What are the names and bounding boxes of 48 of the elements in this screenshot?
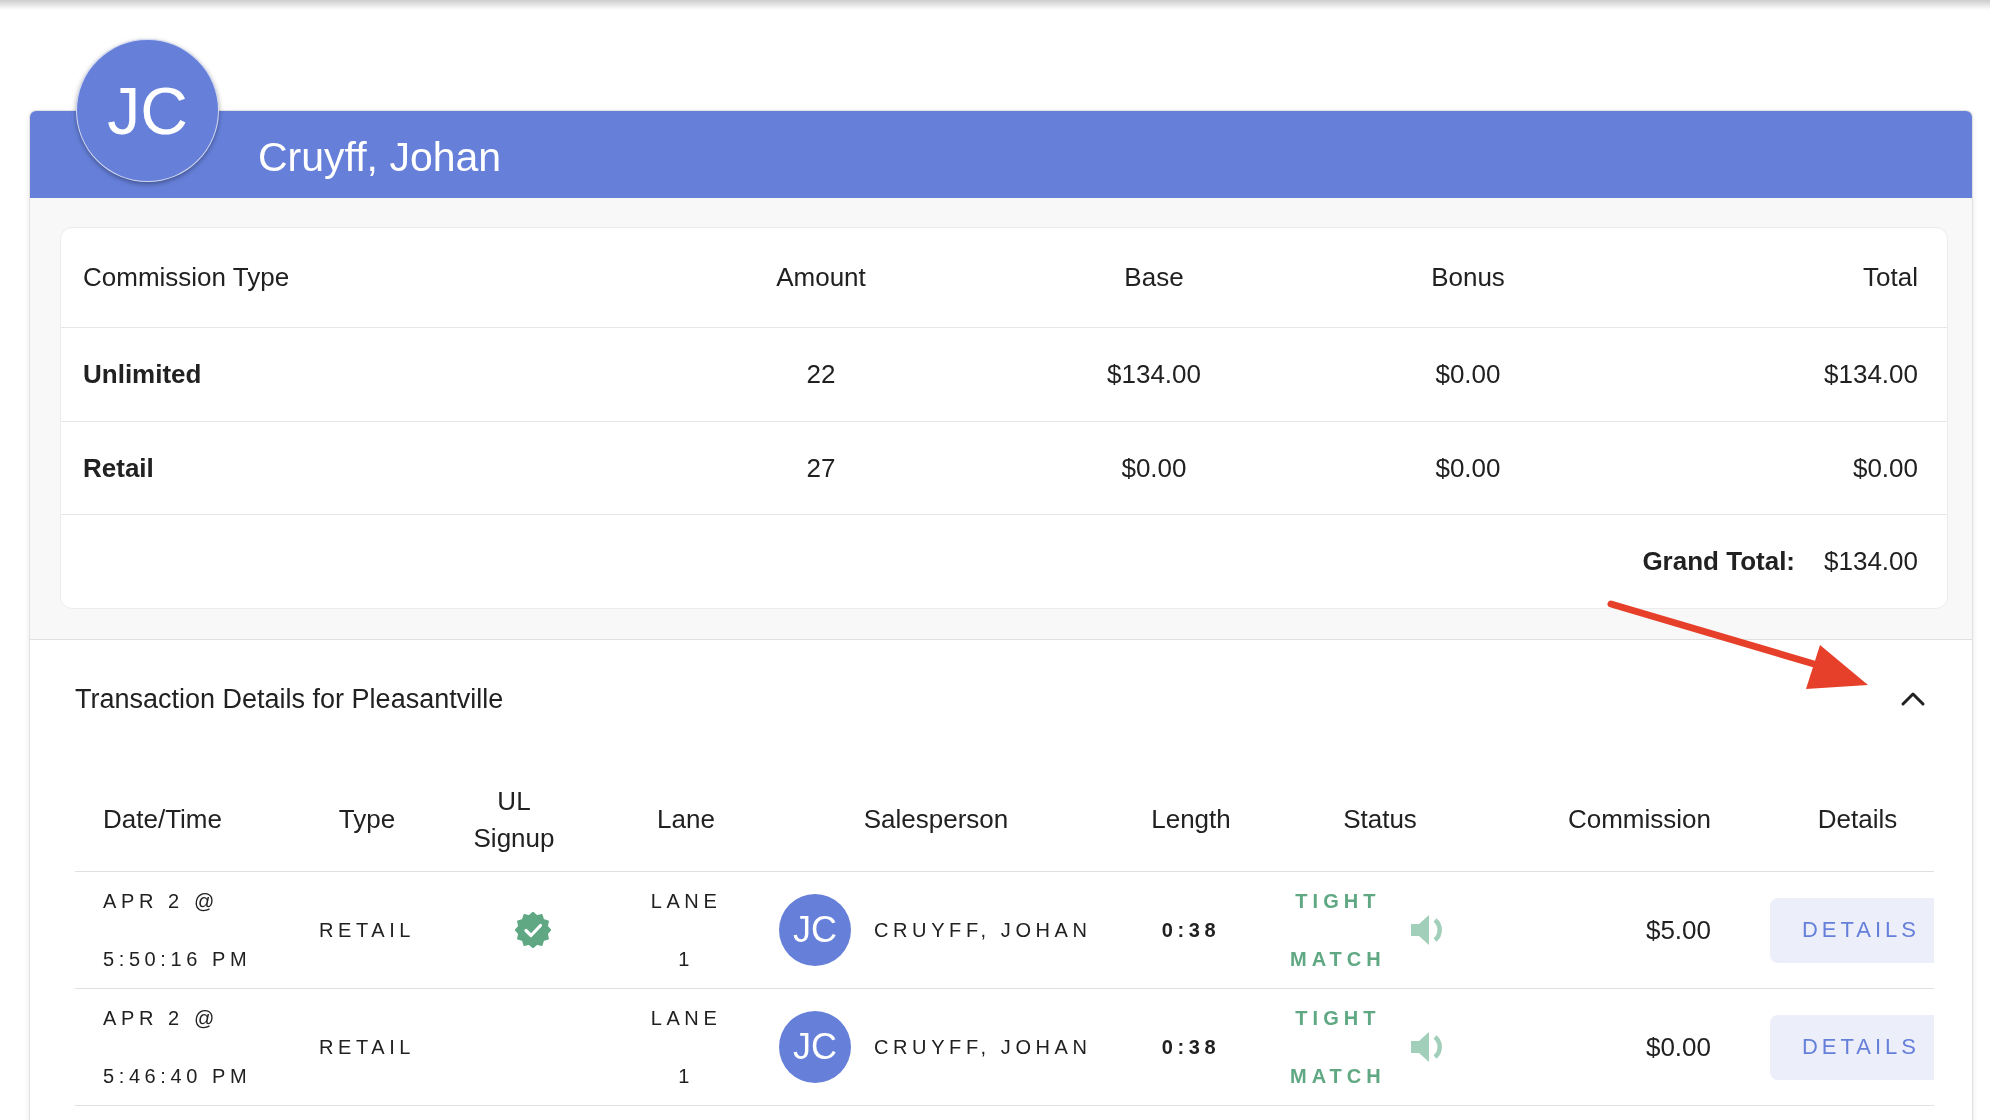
column-header: Bonus [1431, 262, 1505, 292]
status-text: TIGHT MATCH [1290, 1006, 1386, 1089]
grand-total-value: $134.00 [1824, 546, 1918, 577]
details-button[interactable]: DETAILS [1769, 897, 1934, 963]
column-header: Commission Type [83, 262, 290, 292]
table-cell: $0.00 [1435, 359, 1501, 389]
employee-avatar: JC [76, 39, 219, 182]
salesperson-avatar: JC [779, 1011, 851, 1083]
employee-name: Cruyff, Johan [258, 132, 502, 181]
type-text: RETAIL [318, 1035, 416, 1060]
details-button[interactable]: DETAILS [1769, 1014, 1934, 1080]
commission-amount: $5.00 [1645, 914, 1711, 947]
date-time-text: APR 2 @ 5:46:40 PM [103, 1006, 253, 1089]
table-cell: Retail [83, 452, 154, 483]
table-cell: 27 [806, 452, 836, 483]
section-title: Transaction Details for Pleasantville [75, 683, 504, 715]
length-text: 0:38 [1161, 918, 1221, 943]
table-cell: $134.00 [1107, 359, 1201, 389]
type-text: RETAIL [318, 918, 416, 943]
column-header: Lane [657, 803, 715, 836]
column-header: Date/Time [103, 803, 222, 836]
grand-total-label: Grand Total: [1642, 546, 1795, 577]
date-time-text: APR 2 @ 5:50:16 PM [103, 889, 253, 972]
commission-amount: $0.00 [1645, 1031, 1711, 1064]
table-cell: $0.00 [1435, 452, 1501, 483]
lane-text: LANE 1 [650, 889, 722, 972]
column-header: Commission [1567, 803, 1711, 836]
column-header: Base [1124, 262, 1184, 292]
table-cell: Unlimited [83, 359, 202, 389]
table-cell: $0.00 [1121, 452, 1187, 483]
column-header: Salesperson [863, 803, 1009, 836]
length-text: 0:38 [1161, 1035, 1221, 1060]
table-cell: $134.00 [1824, 359, 1918, 389]
column-header: Details [1817, 803, 1898, 836]
column-header: Amount [776, 262, 866, 292]
lane-text: LANE 1 [650, 1006, 722, 1089]
column-header: Type [338, 803, 396, 836]
column-header: Total [1863, 262, 1918, 292]
table-cell: $0.00 [1852, 452, 1918, 483]
salesperson-avatar: JC [779, 894, 851, 966]
status-text: TIGHT MATCH [1290, 889, 1386, 972]
table-cell: 22 [806, 359, 836, 389]
column-header: UL Signup [473, 784, 555, 855]
salesperson-name: CRUYFF, JOHAN [874, 1035, 1092, 1060]
chevron-up-icon[interactable] [1900, 691, 1926, 707]
column-header: Status [1343, 803, 1417, 836]
salesperson-name: CRUYFF, JOHAN [874, 918, 1092, 943]
column-header: Length [1151, 803, 1231, 836]
